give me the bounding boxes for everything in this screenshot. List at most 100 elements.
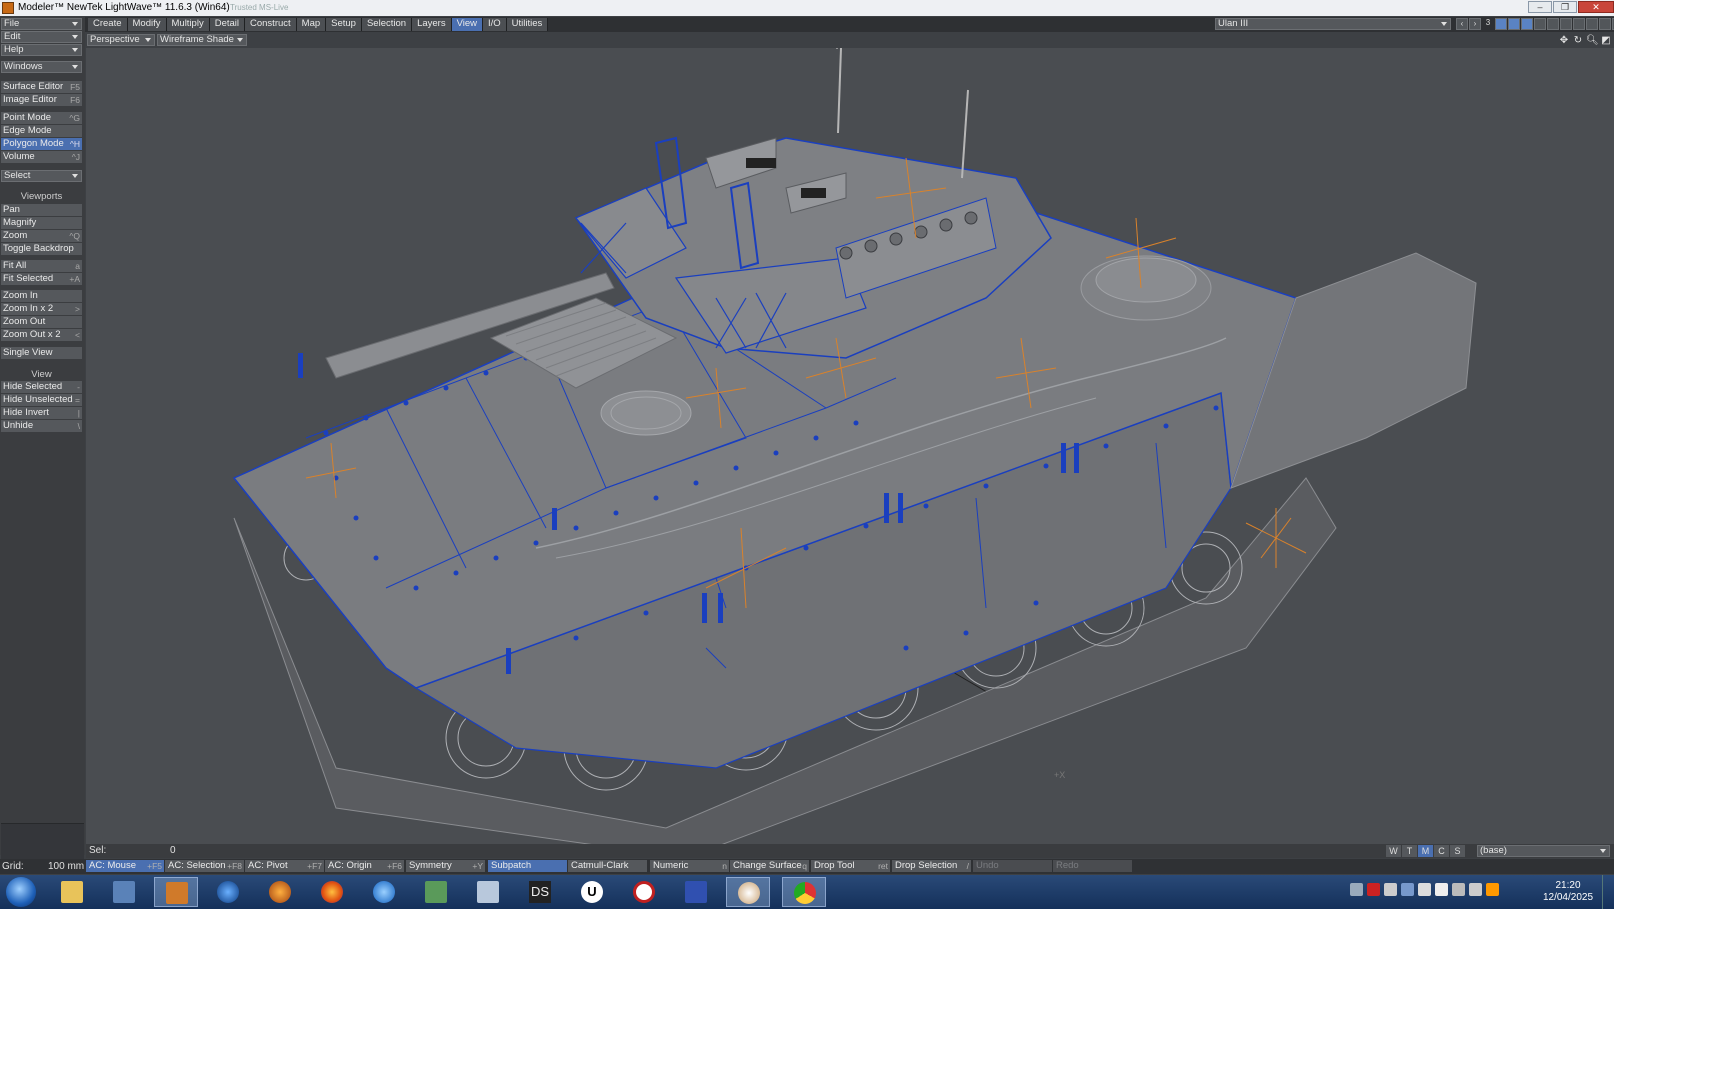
next-layer-button[interactable]: ›: [1469, 18, 1481, 30]
move-view-icon[interactable]: ✥: [1558, 35, 1570, 47]
change-surface-button[interactable]: Change Surface q: [730, 860, 809, 872]
zoom-view-icon[interactable]: 🔍︎: [1586, 35, 1599, 47]
image-editor-button[interactable]: Image Editor F6: [1, 94, 82, 106]
tab-construct[interactable]: Construct: [245, 18, 297, 31]
start-button[interactable]: [6, 877, 36, 907]
taskbar-lightwave-layout[interactable]: [102, 877, 146, 907]
pan-button[interactable]: Pan: [1, 204, 82, 216]
taskbar-unity[interactable]: U: [570, 877, 614, 907]
vis-w-button[interactable]: W: [1386, 845, 1401, 857]
close-button[interactable]: ✕: [1578, 1, 1614, 13]
drop-selection-button[interactable]: Drop Selection /: [892, 860, 971, 872]
tab-detail[interactable]: Detail: [209, 18, 245, 31]
ac-selection-button[interactable]: AC: Selection +F8: [165, 860, 244, 872]
tab-map[interactable]: Map: [296, 18, 327, 31]
toggle-backdrop-button[interactable]: Toggle Backdrop: [1, 243, 82, 255]
vis-s-button[interactable]: S: [1450, 845, 1465, 857]
layer-slot-9[interactable]: [1599, 18, 1611, 30]
layer-slot-10[interactable]: [1612, 18, 1614, 30]
undo-button[interactable]: Undo: [973, 860, 1052, 872]
layer-slot-2[interactable]: [1508, 18, 1520, 30]
edge-mode-button[interactable]: Edge Mode: [1, 125, 82, 137]
tray-flag-icon[interactable]: [1435, 883, 1448, 896]
taskbar-lightwave-modeler[interactable]: [154, 877, 198, 907]
taskbar-app-5[interactable]: [258, 877, 302, 907]
layer-slot-4[interactable]: [1534, 18, 1546, 30]
prev-layer-button[interactable]: ‹: [1456, 18, 1468, 30]
symmetry-button[interactable]: Symmetry +Y: [406, 860, 485, 872]
tray-app-icon[interactable]: [1486, 883, 1499, 896]
layer-slot-1[interactable]: [1495, 18, 1507, 30]
tab-multiply[interactable]: Multiply: [166, 18, 210, 31]
taskbar-explorer[interactable]: [50, 877, 94, 907]
unhide-button[interactable]: Unhide \: [1, 420, 82, 432]
vis-c-button[interactable]: C: [1434, 845, 1449, 857]
zoom-out-x2-button[interactable]: Zoom Out x 2 <: [1, 329, 82, 341]
layer-dropdown[interactable]: (base): [1477, 845, 1610, 857]
layer-slot-3[interactable]: [1521, 18, 1533, 30]
edit-menu[interactable]: Edit: [1, 31, 82, 43]
tray-qr-icon[interactable]: [1350, 883, 1363, 896]
layer-slot-8[interactable]: [1586, 18, 1598, 30]
taskbar-network[interactable]: [414, 877, 458, 907]
tray-volume-icon[interactable]: [1469, 883, 1482, 896]
magnify-button[interactable]: Magnify: [1, 217, 82, 229]
tab-selection[interactable]: Selection: [361, 18, 413, 31]
redo-button[interactable]: Redo: [1053, 860, 1132, 872]
vis-m-button[interactable]: M: [1418, 845, 1433, 857]
file-menu[interactable]: File: [1, 18, 82, 30]
maximize-view-icon[interactable]: ◩: [1600, 35, 1612, 47]
volume-button[interactable]: Volume ^J: [1, 151, 82, 163]
subpatch-type-button[interactable]: Catmull-Clark: [568, 860, 647, 872]
tab-utilities[interactable]: Utilities: [506, 18, 549, 31]
minimize-button[interactable]: –: [1528, 1, 1552, 13]
hide-selected-button[interactable]: Hide Selected -: [1, 381, 82, 393]
layer-slot-6[interactable]: [1560, 18, 1572, 30]
zoom-in-button[interactable]: Zoom In: [1, 290, 82, 302]
object-dropdown[interactable]: Ulan III: [1215, 18, 1451, 30]
taskbar-acrobat[interactable]: [622, 877, 666, 907]
layer-slot-5[interactable]: [1547, 18, 1559, 30]
taskbar-thunderbird[interactable]: [362, 877, 406, 907]
taskbar-app-4[interactable]: [206, 877, 250, 907]
taskbar-firefox[interactable]: [310, 877, 354, 907]
shading-dropdown[interactable]: Wireframe Shade: [157, 34, 247, 46]
zoom-in-x2-button[interactable]: Zoom In x 2 >: [1, 303, 82, 315]
fit-selected-button[interactable]: Fit Selected +A: [1, 273, 82, 285]
perspective-viewport[interactable]: +X: [86, 48, 1614, 844]
hide-invert-button[interactable]: Hide Invert |: [1, 407, 82, 419]
tray-network-icon[interactable]: [1401, 883, 1414, 896]
tray-m-icon[interactable]: [1367, 883, 1380, 896]
hide-unselected-button[interactable]: Hide Unselected =: [1, 394, 82, 406]
taskbar-daz[interactable]: DS: [518, 877, 562, 907]
tab-i-o[interactable]: I/O: [483, 18, 507, 31]
select-menu[interactable]: Select: [1, 170, 82, 182]
layer-slot-7[interactable]: [1573, 18, 1585, 30]
tab-layers[interactable]: Layers: [412, 18, 452, 31]
ac-mouse-button[interactable]: AC: Mouse +F5: [86, 860, 164, 872]
taskbar-paint[interactable]: [726, 877, 770, 907]
view-type-dropdown[interactable]: Perspective: [87, 34, 155, 46]
ac-pivot-button[interactable]: AC: Pivot +F7: [245, 860, 324, 872]
point-mode-button[interactable]: Point Mode ^G: [1, 112, 82, 124]
tray-display-icon[interactable]: [1452, 883, 1465, 896]
ac-origin-button[interactable]: AC: Origin +F6: [325, 860, 404, 872]
system-clock[interactable]: 21:20 12/04/2025: [1538, 880, 1598, 904]
drop-tool-button[interactable]: Drop Tool ret: [811, 860, 890, 872]
zoom-button[interactable]: Zoom ^Q: [1, 230, 82, 242]
help-menu[interactable]: Help: [1, 44, 82, 56]
surface-editor-button[interactable]: Surface Editor F5: [1, 81, 82, 93]
taskbar-calculator[interactable]: [466, 877, 510, 907]
tray-bluetooth-icon[interactable]: [1418, 883, 1431, 896]
tray-usb-icon[interactable]: [1384, 883, 1397, 896]
tab-setup[interactable]: Setup: [326, 18, 362, 31]
maximize-button[interactable]: ❐: [1553, 1, 1577, 13]
fit-all-button[interactable]: Fit All a: [1, 260, 82, 272]
zoom-out-button[interactable]: Zoom Out: [1, 316, 82, 328]
rotate-view-icon[interactable]: ↻: [1572, 35, 1584, 47]
tab-view[interactable]: View: [451, 18, 483, 31]
windows-menu[interactable]: Windows: [1, 61, 82, 73]
show-desktop-button[interactable]: [1602, 875, 1614, 909]
numeric-button[interactable]: Numeric n: [650, 860, 729, 872]
single-view-button[interactable]: Single View: [1, 347, 82, 359]
